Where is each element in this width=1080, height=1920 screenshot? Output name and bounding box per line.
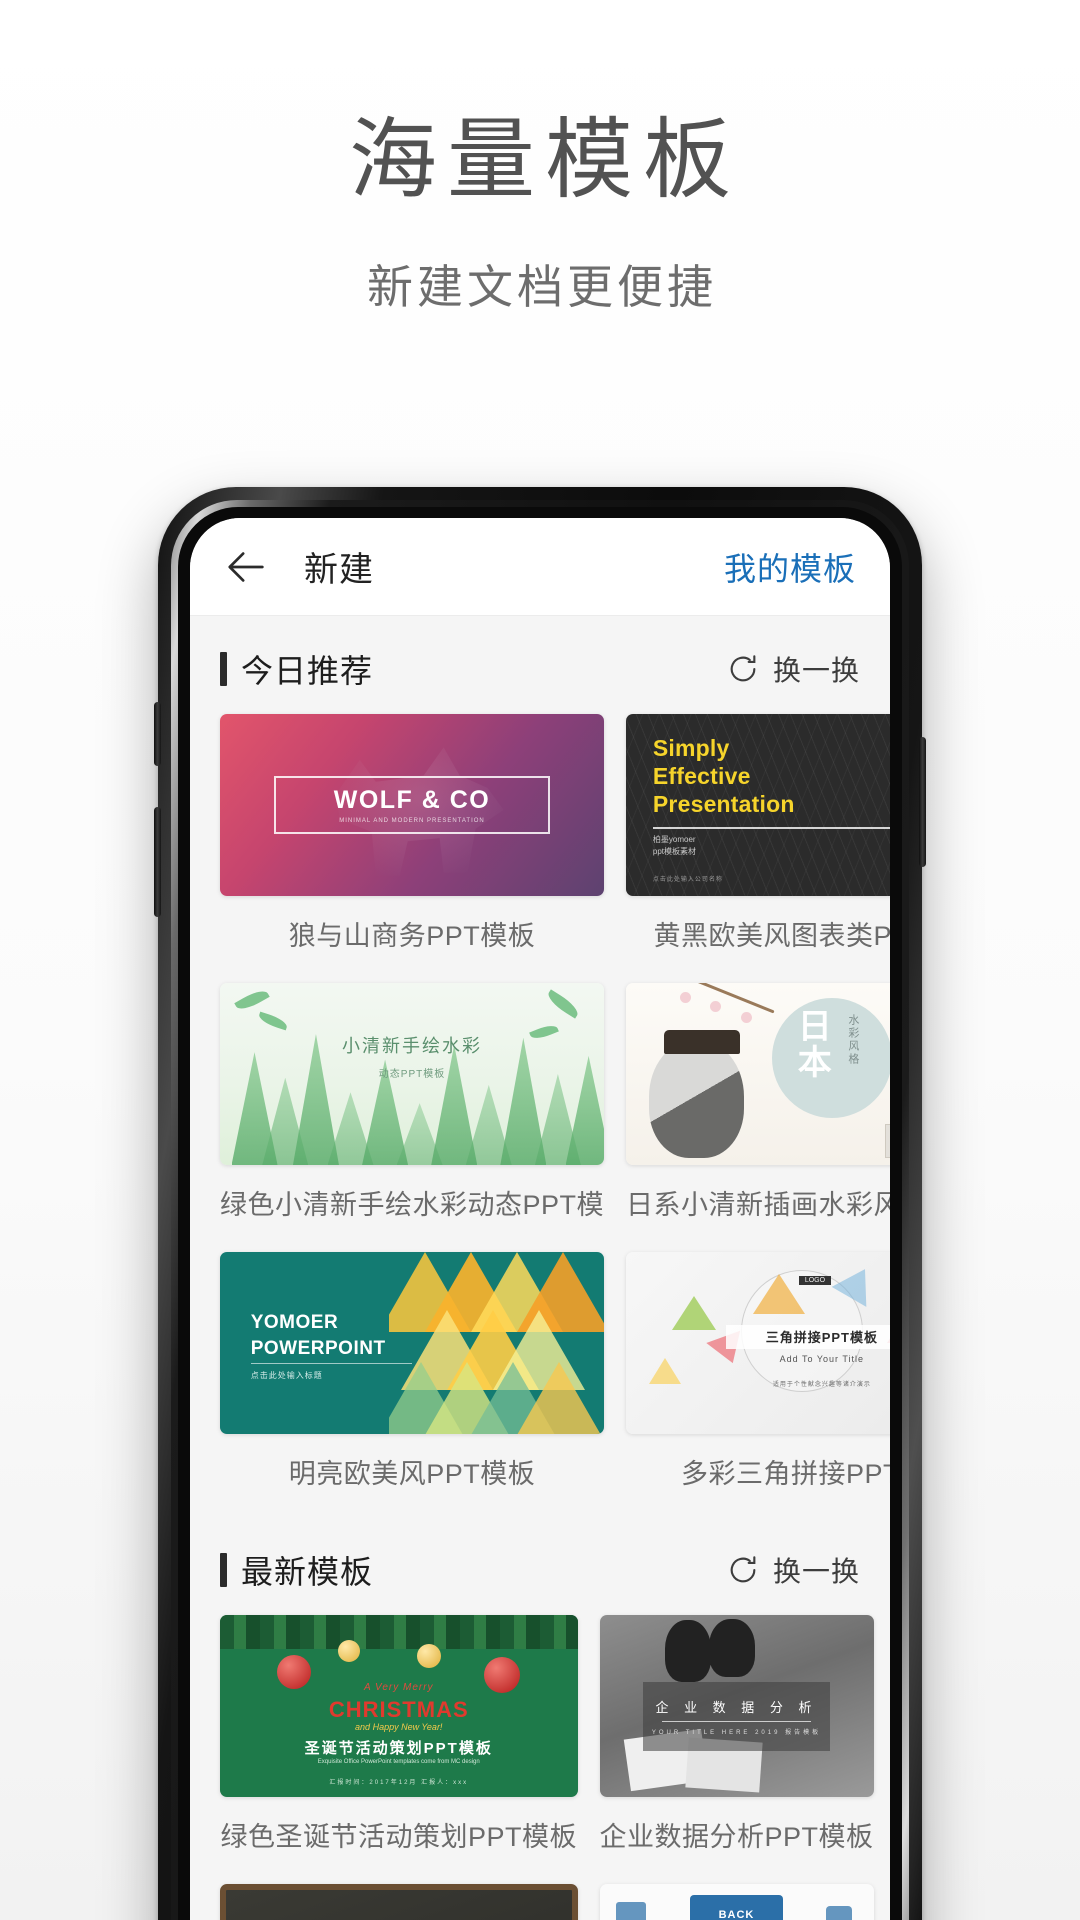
thumb-divider [250,1363,412,1365]
template-card[interactable]: 毕业论文答辩PPT 适用于毕业答辩、开题报告、学术报告等场景 答辩人：同学 指导… [220,1884,578,1920]
template-card[interactable]: LOGO 三角拼接PPT模板 Add To Your Title 适用于个性献念… [626,1252,890,1507]
logo-badge: LOGO [798,1275,832,1285]
refresh-label: 换一换 [772,1556,860,1587]
template-card[interactable]: YOMOER POWERPOINT 点击此处输入标题 明亮欧美风PPT模板 [220,1252,605,1507]
section-header-today: 今日推荐 换一换 [190,616,890,714]
thumb-subtitle: 点击此处输入标题 [250,1371,323,1381]
thumb-kanji: 日本 [792,1008,831,1081]
landing-page: 海量模板 新建文档更便捷 新建 我的模板 今日推荐 换一换 WOLF & CO … [0,0,1080,1920]
template-caption: 多彩三角拼接PPT模板 [681,1459,890,1489]
template-card[interactable]: A Very Merry CHRISTMAS and Happy New Yea… [220,1615,578,1870]
refresh-button-latest[interactable]: 换一换 [713,1550,860,1590]
refresh-icon [726,1553,760,1587]
template-thumbnail-back-to-school: BACKTOSCHOOL!! 教师说课动态PPT [599,1884,874,1920]
template-thumbnail-watercolor: 小清新手绘水彩 动态PPT模板 [220,983,605,1165]
polygon-pattern-decoration [388,1252,605,1434]
navbar-title: 新建 [304,551,374,589]
refresh-button-today[interactable]: 换一换 [713,649,860,689]
template-caption: 日系小清新插画水彩风PPT模板 [626,1190,890,1220]
cat-illustration [649,1039,745,1158]
thumb-board-text: BACKTOSCHOOL!! [718,1909,755,1920]
template-caption: 黄黑欧美风图表类PPT模板 [653,921,890,951]
thumb-subtitle: YOUR TITLE HERE 2019 报告模板 [651,1730,822,1737]
thumb-title-plate: 企 业 数 据 分 析 YOUR TITLE HERE 2019 报告模板 [643,1682,830,1752]
thumb-divider [652,826,890,829]
thumb-line6: 汇报时间：2017年12月 汇报人：xxx [329,1780,469,1787]
template-thumbnail-christmas: A Very Merry CHRISTMAS and Happy New Yea… [220,1615,578,1797]
thumb-title: Simply Effective Presentation [652,735,795,818]
section-title: 最新模板 [241,1554,374,1590]
thumb-title: 圣诞节活动策划PPT模板 [304,1739,493,1757]
template-thumbnail-triangles: LOGO 三角拼接PPT模板 Add To Your Title 适用于个性献念… [626,1252,890,1434]
phone-frame-inner: 新建 我的模板 今日推荐 换一换 WOLF & CO MINIMAL AND M… [171,500,909,1920]
phone-bezel: 新建 我的模板 今日推荐 换一换 WOLF & CO MINIMAL AND M… [178,507,902,1920]
template-caption: 狼与山商务PPT模板 [288,921,536,951]
page-title: 海量模板 [348,110,741,209]
template-caption: 绿色圣诞节活动策划PPT模板 [220,1822,577,1852]
phone-power-button [919,737,926,867]
thumb-title: WOLF & CO [333,785,491,814]
thumb-title: 三角拼接PPT模板 [725,1324,890,1349]
circle-decoration [771,997,890,1118]
chalkboard-illustration: BACKTOSCHOOL!! [689,1894,784,1920]
section-header-latest: 最新模板 换一换 [190,1507,890,1615]
back-arrow-icon[interactable] [224,544,270,590]
my-templates-link[interactable]: 我的模板 [724,544,856,590]
template-card[interactable]: 日本 水彩风格 日系小清新插画水彩风PPT模板 [626,983,890,1238]
thumb-line5: Exquisite Office PowerPoint templates co… [317,1758,480,1765]
template-grid-latest: A Very Merry CHRISTMAS and Happy New Yea… [190,1615,890,1920]
template-thumbnail-simply-effective: Simply Effective Presentation 柏墨yomoer ppt… [626,714,890,896]
template-caption: 绿色小清新手绘水彩动态PPT模 [220,1190,605,1220]
garland-decoration [220,1615,578,1649]
refresh-label: 换一换 [772,655,860,686]
thumb-line2: CHRISTMAS [328,1696,469,1722]
template-thumbnail-yomoer: YOMOER POWERPOINT 点击此处输入标题 [220,1252,605,1434]
template-card[interactable]: BACKTOSCHOOL!! 教师说课动态PPT 教学讲课PPT模板 [599,1884,874,1920]
app-content[interactable]: 今日推荐 换一换 WOLF & CO MINIMAL AND MODERN PR… [190,616,890,1920]
section-accent-bar [220,652,227,686]
template-card[interactable]: 小清新手绘水彩 动态PPT模板 绿色小清新手绘水彩动态PPT模 [220,983,605,1238]
thumb-sub-line1: 柏墨yomoer [652,835,696,845]
thumb-footer: 适用于个性献念兴趣等诸介演示 [772,1382,871,1389]
thumb-sub-line2: ppt模板素材 [652,847,697,857]
phone-volume-down-button [154,807,161,917]
template-card[interactable]: Simply Effective Presentation 柏墨yomoer ppt… [626,714,890,969]
thumb-title: 小清新手绘水彩 [342,1036,482,1057]
template-thumbnail-wolf: WOLF & CO MINIMAL AND MODERN PRESENTATIO… [220,714,605,896]
thumb-footer: 点击此处输入公司名称 [652,877,723,884]
wolf-title-frame: WOLF & CO MINIMAL AND MODERN PRESENTATIO… [273,775,551,835]
template-caption: 企业数据分析PPT模板 [599,1822,874,1852]
app-navbar: 新建 我的模板 [190,518,890,616]
template-caption: 明亮欧美风PPT模板 [288,1459,536,1489]
thumb-subtitle: 柏墨yomoer ppt模板素材 [653,834,696,858]
thumb-subtitle: Add To Your Title [779,1353,865,1364]
headline-block: 海量模板 新建文档更便捷 [0,110,1080,317]
page-subtitle: 新建文档更便捷 [367,260,717,313]
template-card[interactable]: WOLF & CO MINIMAL AND MODERN PRESENTATIO… [220,714,605,969]
wall-illustration [884,1123,890,1158]
template-thumbnail-business: 企 业 数 据 分 析 YOUR TITLE HERE 2019 报告模板 [599,1615,874,1797]
template-grid-today: WOLF & CO MINIMAL AND MODERN PRESENTATIO… [190,714,890,1507]
phone-mockup: 新建 我的模板 今日推荐 换一换 WOLF & CO MINIMAL AND M… [154,487,926,1920]
thumb-line1: A Very Merry [363,1682,434,1694]
template-thumbnail-blackboard: 毕业论文答辩PPT 适用于毕业答辩、开题报告、学术报告等场景 答辩人：同学 指导… [220,1884,578,1920]
thumb-subtitle: MINIMAL AND MODERN PRESENTATION [339,817,485,824]
thumb-title: YOMOER POWERPOINT [250,1312,386,1359]
thumb-line3: and Happy New Year! [355,1722,443,1733]
thumb-title: 企 业 数 据 分 析 [655,1700,818,1716]
section-accent-bar [220,1553,227,1587]
template-card[interactable]: 企 业 数 据 分 析 YOUR TITLE HERE 2019 报告模板 企业… [599,1615,874,1870]
section-title: 今日推荐 [241,653,374,689]
thumb-vertical-text: 水彩风格 [846,1013,859,1066]
template-thumbnail-japan: 日本 水彩风格 [626,983,890,1165]
thumb-subtitle: 动态PPT模板 [378,1068,446,1080]
phone-screen: 新建 我的模板 今日推荐 换一换 WOLF & CO MINIMAL AND M… [190,518,890,1920]
phone-volume-up-button [154,702,161,766]
hat-illustration [664,1029,741,1054]
refresh-icon [726,652,760,686]
